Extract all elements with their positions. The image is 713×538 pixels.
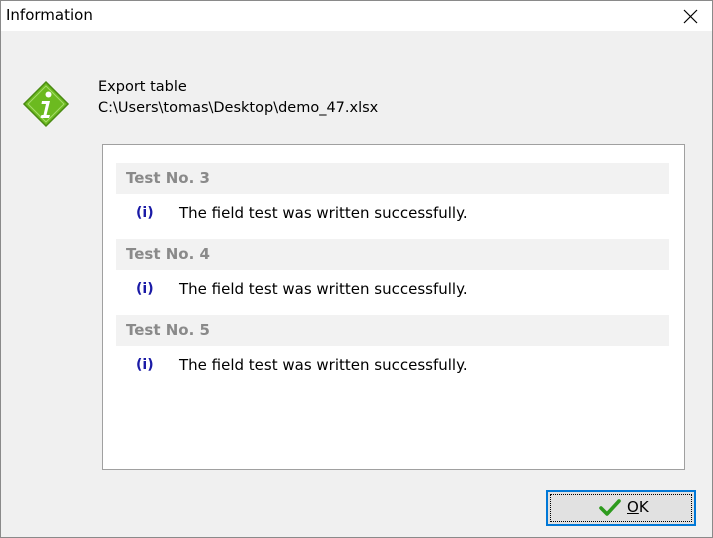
group-header: Test No. 5	[116, 315, 669, 346]
message-group: Test No. 4 (i) The field test was writte…	[116, 239, 669, 308]
checkmark-icon	[599, 499, 621, 516]
window-title: Information	[6, 6, 93, 24]
message-group: Test No. 3 (i) The field test was writte…	[116, 163, 669, 232]
group-header: Test No. 4	[116, 239, 669, 270]
info-diamond-icon	[22, 80, 70, 128]
ok-button[interactable]: OK	[546, 490, 696, 526]
message-text: The field test was written successfully.	[179, 280, 468, 298]
title-bar[interactable]: Information	[1, 1, 712, 31]
message-row: (i) The field test was written successfu…	[116, 194, 669, 232]
ok-label-rest: K	[638, 498, 649, 516]
message-list[interactable]: Test No. 3 (i) The field test was writte…	[102, 144, 685, 470]
message-text: The field test was written successfully.	[179, 356, 468, 374]
message-text: The field test was written successfully.	[179, 204, 468, 222]
message-row: (i) The field test was written successfu…	[116, 346, 669, 384]
information-dialog: Information Export table C:\Users\tomas\…	[0, 0, 713, 538]
message-row: (i) The field test was written successfu…	[116, 270, 669, 308]
file-path: C:\Users\tomas\Desktop\demo_47.xlsx	[98, 100, 379, 116]
close-icon	[683, 9, 698, 24]
ok-mnemonic: O	[627, 498, 639, 516]
info-icon: (i)	[136, 281, 154, 297]
close-button[interactable]	[668, 1, 712, 31]
info-icon: (i)	[136, 357, 154, 373]
focus-rectangle	[550, 494, 692, 522]
header-title: Export table	[98, 79, 187, 95]
ok-button-label: OK	[627, 498, 649, 516]
info-icon: (i)	[136, 205, 154, 221]
message-group: Test No. 5 (i) The field test was writte…	[116, 315, 669, 384]
group-header: Test No. 3	[116, 163, 669, 194]
